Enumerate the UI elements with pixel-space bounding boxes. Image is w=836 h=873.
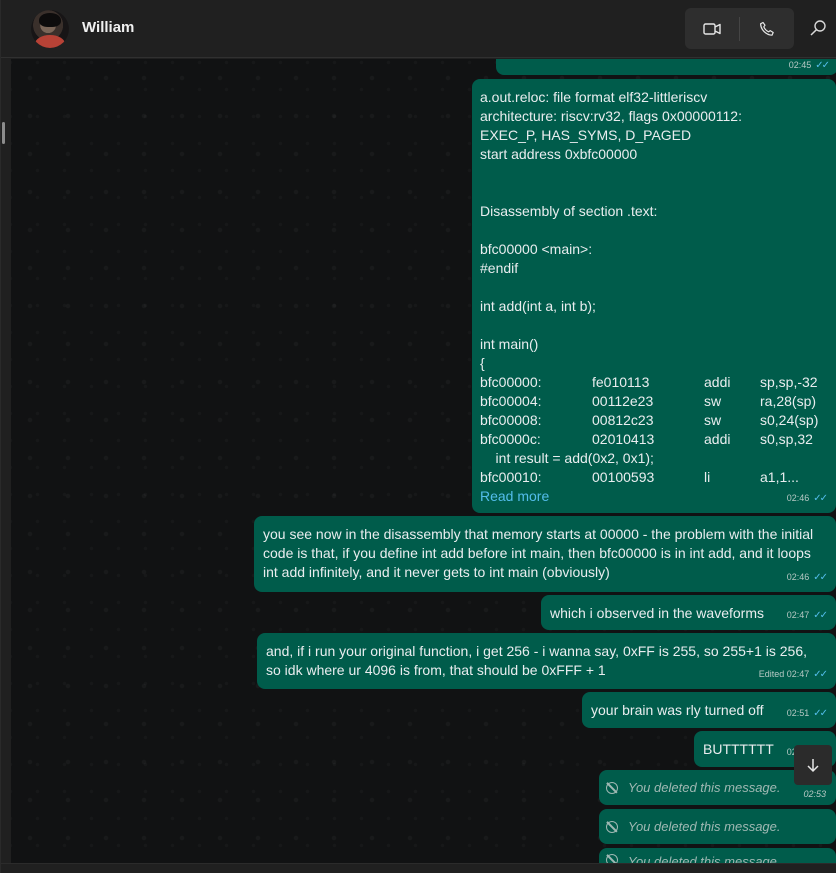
asm-hex: 00812c23 (592, 412, 654, 428)
asm-address: bfc00010: (480, 469, 542, 485)
asm-hex: 02010413 (592, 431, 655, 447)
code-line: start address 0xbfc00000 (480, 146, 638, 162)
asm-args: sp,sp,-32 (760, 374, 818, 390)
avatar[interactable] (31, 10, 69, 48)
code-line: int main() (480, 336, 539, 352)
code-message-bubble[interactable]: a.out.reloc: file format elf32-littleris… (472, 79, 836, 513)
asm-address: bfc00000: (480, 374, 542, 390)
message-meta: 02:51 ✓✓ (786, 704, 828, 723)
message-meta: 02:46 ✓✓ (786, 568, 828, 587)
message-text: you see now in the disassembly that memo… (263, 526, 814, 580)
deleted-message-text: You deleted this message. (628, 819, 781, 834)
message-time: 02:53 (803, 789, 826, 799)
code-source-line: int result = add(0x2, 0x1); (480, 450, 654, 466)
read-ticks-icon: ✓✓ (813, 708, 828, 719)
asm-args: s0,24(sp) (760, 412, 819, 428)
contact-name[interactable]: William (82, 19, 134, 36)
read-ticks-icon: ✓✓ (813, 572, 828, 583)
asm-op: addi (704, 431, 731, 447)
asm-row: bfc0000c: 02010413 addi s0,sp,32 (480, 430, 828, 449)
search-button[interactable] (809, 18, 835, 42)
asm-op: addi (704, 374, 731, 390)
blocked-icon (606, 781, 618, 794)
blocked-icon (606, 854, 618, 863)
chat-window: William 02:45 ✓✓ a.out.reloc: file forma… (0, 0, 836, 873)
read-ticks-icon: ✓✓ (815, 60, 830, 71)
code-line: { (480, 355, 485, 371)
asm-op: li (704, 469, 711, 485)
asm-address: bfc00008: (480, 412, 542, 428)
call-button-group (685, 8, 794, 49)
asm-hex: 00112e23 (592, 393, 654, 409)
asm-args: s0,sp,32 (760, 431, 813, 447)
code-line: Disassembly of section .text: (480, 203, 658, 219)
search-icon (810, 20, 826, 36)
blocked-icon (606, 820, 618, 833)
asm-hex: fe010113 (592, 374, 650, 390)
code-line: EXEC_P, HAS_SYMS, D_PAGED (480, 127, 692, 143)
code-line: bfc00000 <main>: (480, 241, 593, 257)
message-bubble[interactable]: your brain was rly turned off 02:51 ✓✓ (582, 692, 836, 728)
read-more-link[interactable]: Read more (480, 487, 828, 506)
deleted-message-text: You deleted this message. (628, 780, 781, 795)
message-time: 02:45 (788, 60, 812, 70)
message-bubble[interactable]: and, if i run your original function, i … (257, 633, 836, 689)
message-meta: 02:45 ✓✓ (788, 59, 830, 75)
code-line: int add(int a, int b); (480, 298, 596, 314)
deleted-message[interactable]: You deleted this message. (599, 809, 836, 844)
phone-icon (760, 21, 774, 36)
asm-row: bfc00010: 00100593 li a1,1... (480, 468, 828, 487)
message-bubble[interactable]: which i observed in the waveforms 02:47 … (541, 595, 836, 630)
read-ticks-icon: ✓✓ (813, 610, 828, 621)
asm-op: sw (704, 393, 722, 409)
message-bubble[interactable]: you see now in the disassembly that memo… (254, 516, 836, 592)
asm-row: bfc00008: 00812c23 sw s0,24(sp) (480, 411, 828, 430)
message-bubble-partial[interactable]: 02:45 ✓✓ (496, 59, 836, 75)
asm-row: bfc00000: fe010113 addi sp,sp,-32 (480, 373, 828, 392)
message-meta: 02:53 (803, 789, 826, 799)
read-ticks-icon: ✓✓ (813, 669, 828, 680)
scroll-to-bottom-button[interactable] (794, 745, 832, 785)
message-text: which i observed in the waveforms (550, 605, 764, 621)
message-time: 02:46 (786, 493, 810, 503)
arrow-down-icon (807, 759, 819, 773)
asm-hex: 00100593 (592, 469, 655, 485)
message-time: Edited 02:47 (758, 669, 810, 679)
code-line: #endif (480, 260, 519, 276)
message-meta: 02:46 ✓✓ (786, 489, 828, 508)
code-line: a.out.reloc: file format elf32-littleris… (480, 89, 708, 105)
message-text: and, if i run your original function, i … (266, 643, 807, 678)
asm-address: bfc0000c: (480, 431, 541, 447)
message-time: 02:47 (786, 610, 810, 620)
avatar-shoulder (35, 35, 65, 48)
chat-header: William (1, 0, 836, 58)
video-icon (703, 22, 721, 35)
deleted-message[interactable]: You deleted this message. (599, 848, 836, 863)
asm-address: bfc00004: (480, 393, 542, 409)
message-time: 02:51 (786, 708, 810, 718)
composer-bar[interactable] (1, 863, 836, 873)
message-meta: 02:47 ✓✓ (786, 606, 828, 625)
avatar-hair (39, 13, 61, 27)
window-resize-handle[interactable] (2, 122, 5, 144)
deleted-message-text: You deleted this message. (628, 854, 781, 863)
read-ticks-icon: ✓✓ (813, 493, 828, 504)
asm-row: bfc00004: 00112e23 sw ra,28(sp) (480, 392, 828, 411)
message-time: 02:46 (786, 572, 810, 582)
asm-args: ra,28(sp) (760, 393, 817, 409)
message-meta: Edited 02:47 ✓✓ (758, 665, 828, 684)
voice-call-button[interactable] (740, 8, 794, 49)
asm-op: sw (704, 412, 722, 428)
code-line: architecture: riscv:rv32, flags 0x000001… (480, 108, 742, 124)
chat-messages-area[interactable]: 02:45 ✓✓ a.out.reloc: file format elf32-… (11, 59, 836, 863)
video-call-button[interactable] (685, 8, 739, 49)
asm-args: a1,1... (760, 469, 799, 485)
